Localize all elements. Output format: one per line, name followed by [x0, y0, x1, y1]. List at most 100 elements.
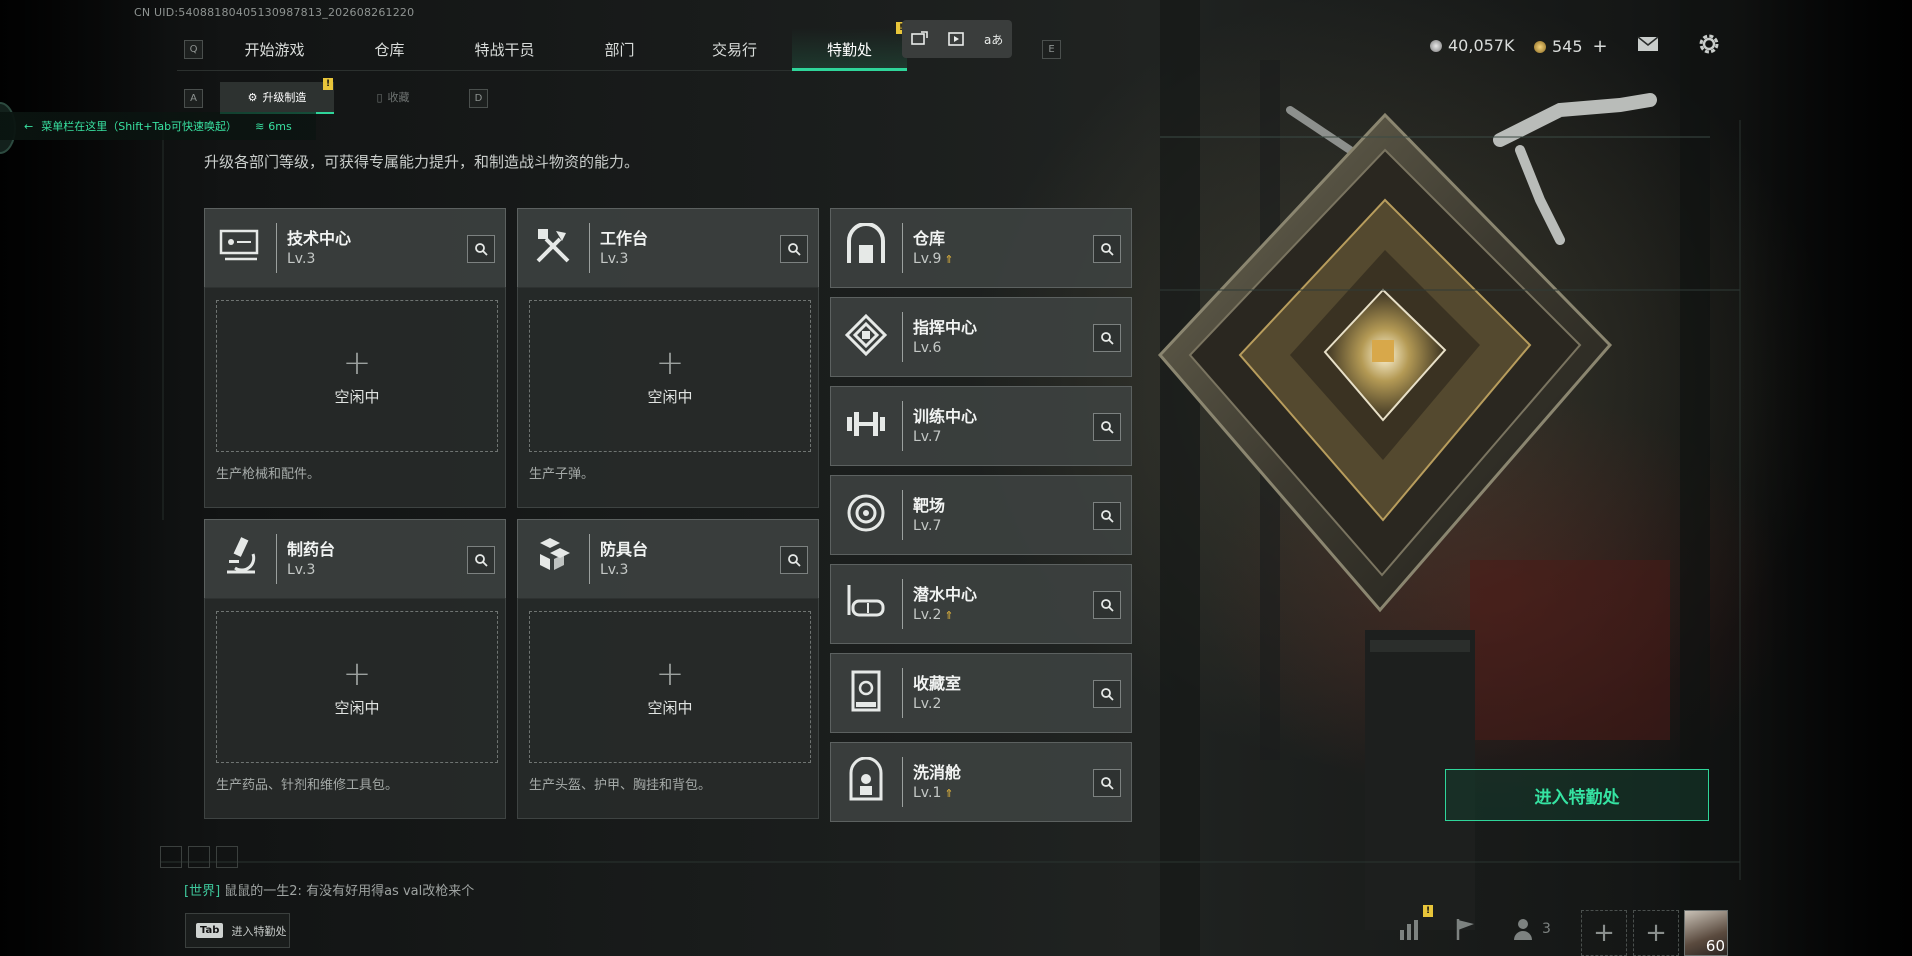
card-name: 指挥中心	[913, 318, 978, 337]
card-divider	[902, 490, 903, 540]
wifi-icon: ≋	[255, 119, 265, 133]
card-divider	[902, 579, 903, 629]
record-icon[interactable]	[946, 30, 968, 48]
computer-icon	[219, 229, 259, 261]
tab-departments[interactable]: 部门	[562, 28, 677, 70]
department-card[interactable]: 洗消舱 Lv.1 ⇑	[830, 742, 1132, 822]
screenshot-icon[interactable]	[909, 30, 931, 48]
production-slot-empty[interactable]: + 空闲中	[529, 300, 811, 452]
card-level: Lv.9	[913, 251, 942, 267]
arrow-left-icon: ←	[24, 119, 34, 133]
production-slot-panel: + 空闲中 生产头盔、护甲、胸挂和背包。	[517, 598, 819, 819]
card-name: 制药台	[287, 540, 336, 559]
avatar[interactable]: 60	[1684, 910, 1728, 956]
tab-warehouse[interactable]: 仓库	[332, 28, 447, 70]
department-card[interactable]: 指挥中心 Lv.6	[830, 297, 1132, 377]
slot-description: 生产枪械和配件。	[216, 467, 321, 482]
microscope-icon	[227, 537, 256, 574]
plus-icon: +	[342, 653, 372, 694]
invite-slot-button[interactable]: +	[1633, 910, 1679, 956]
inspect-button[interactable]	[1093, 591, 1121, 619]
department-card[interactable]: 靶场 Lv.7	[830, 475, 1132, 555]
subtab-upgrade-craft[interactable]: ⚙ 升级制造	[220, 82, 334, 114]
squad-count: 3	[1542, 921, 1551, 937]
department-card-armor-bench[interactable]: 防具台 Lv.3	[517, 519, 819, 599]
inspect-button[interactable]	[467, 235, 495, 263]
card-level: Lv.2	[913, 696, 942, 712]
card-divider	[902, 312, 903, 362]
tab-shortcut-hint[interactable]: Tab 进入特勤处	[185, 913, 290, 948]
tab-trading[interactable]: 交易行	[677, 28, 792, 70]
inspect-button[interactable]	[1093, 769, 1121, 797]
department-card-pharmacy[interactable]: 制药台 Lv.3	[204, 519, 506, 599]
tab-spacer	[177, 28, 217, 70]
chat-tab-icons	[160, 846, 238, 868]
chat-text: 鼠鼠的一生2: 有没有好用得as val改枪来个	[220, 884, 475, 899]
inspect-button[interactable]	[467, 546, 495, 574]
chat-icon[interactable]	[216, 846, 238, 868]
chat-icon[interactable]	[160, 846, 182, 868]
slot-status: 空闲中	[647, 387, 693, 406]
production-slot-empty[interactable]: + 空闲中	[529, 611, 811, 763]
tab-start-game[interactable]: 开始游戏	[217, 28, 332, 70]
department-card[interactable]: 收藏室 Lv.2	[830, 653, 1132, 733]
menu-hint-text: 菜单栏在这里（Shift+Tab可快速唤起）	[41, 120, 238, 133]
target-icon	[847, 494, 885, 532]
search-icon	[1101, 421, 1114, 434]
department-card-tech-center[interactable]: 技术中心 Lv.3	[204, 208, 506, 288]
game-screen: CN UID:540881804051309878​13_20260826122…	[0, 0, 1912, 956]
gem-balance[interactable]: 545 +	[1534, 36, 1608, 57]
department-card-workbench[interactable]: 工作台 Lv.3	[517, 208, 819, 288]
card-level-row: Lv.2	[913, 696, 941, 712]
search-icon	[1101, 688, 1114, 701]
tab-key: Tab	[196, 923, 224, 938]
coin-balance: 40,057K	[1430, 36, 1514, 55]
goggles-icon	[847, 585, 885, 617]
chat-icon[interactable]	[188, 846, 210, 868]
add-gems-button[interactable]: +	[1593, 36, 1608, 57]
department-card[interactable]: 潜水中心 Lv.2 ⇑	[830, 564, 1132, 644]
subtab-collection[interactable]: ▯ 收藏	[336, 82, 450, 112]
player-level: 60	[1705, 937, 1725, 955]
subtab-label: 收藏	[387, 91, 410, 104]
plus-icon: +	[655, 653, 685, 694]
production-slot-empty[interactable]: + 空闲中	[216, 300, 498, 452]
inspect-button[interactable]	[780, 546, 808, 574]
decon-icon	[849, 757, 883, 801]
plus-icon: +	[342, 342, 372, 383]
inspect-button[interactable]	[1093, 680, 1121, 708]
card-name: 工作台	[600, 229, 649, 248]
squad-indicator[interactable]: 3	[1512, 916, 1551, 942]
department-card[interactable]: 训练中心 Lv.7	[830, 386, 1132, 466]
tools-icon	[536, 229, 570, 263]
production-slot-empty[interactable]: + 空闲中	[216, 611, 498, 763]
tab-special-ops[interactable]: 特勤处	[792, 28, 907, 71]
gear-icon[interactable]	[1697, 32, 1721, 56]
production-slot-panel: + 空闲中 生产子弹。	[517, 287, 819, 508]
inspect-button[interactable]	[1093, 502, 1121, 530]
squad-icon	[1514, 919, 1532, 940]
inspect-button[interactable]	[780, 235, 808, 263]
slot-description: 生产药品、针剂和维修工具包。	[216, 778, 399, 793]
stats-icon[interactable]	[1396, 916, 1422, 942]
translate-icon[interactable]: aあ	[983, 30, 1005, 48]
mail-icon[interactable]	[1637, 36, 1659, 52]
inspect-button[interactable]	[1093, 324, 1121, 352]
flag-icon[interactable]	[1452, 916, 1478, 942]
collection-icon: ▯	[376, 90, 383, 104]
world-chat-message[interactable]: [世界] 鼠鼠的一生2: 有没有好用得as val改枪来个	[184, 880, 474, 899]
tab-operators[interactable]: 特战干员	[447, 28, 562, 70]
subtab-alert-icon: !	[323, 78, 333, 90]
invite-slot-button[interactable]: +	[1581, 910, 1627, 956]
overlay-toolbar: aあ	[902, 20, 1012, 58]
enter-special-ops-button[interactable]: 进入特勤处	[1445, 769, 1709, 821]
card-divider	[902, 668, 903, 718]
card-divider	[276, 223, 277, 273]
department-card[interactable]: 仓库 Lv.9 ⇑	[830, 208, 1132, 288]
search-icon	[788, 554, 801, 567]
card-divider	[589, 534, 590, 584]
search-icon	[788, 243, 801, 256]
inspect-button[interactable]	[1093, 413, 1121, 441]
card-level: Lv.3	[600, 562, 629, 578]
inspect-button[interactable]	[1093, 235, 1121, 263]
